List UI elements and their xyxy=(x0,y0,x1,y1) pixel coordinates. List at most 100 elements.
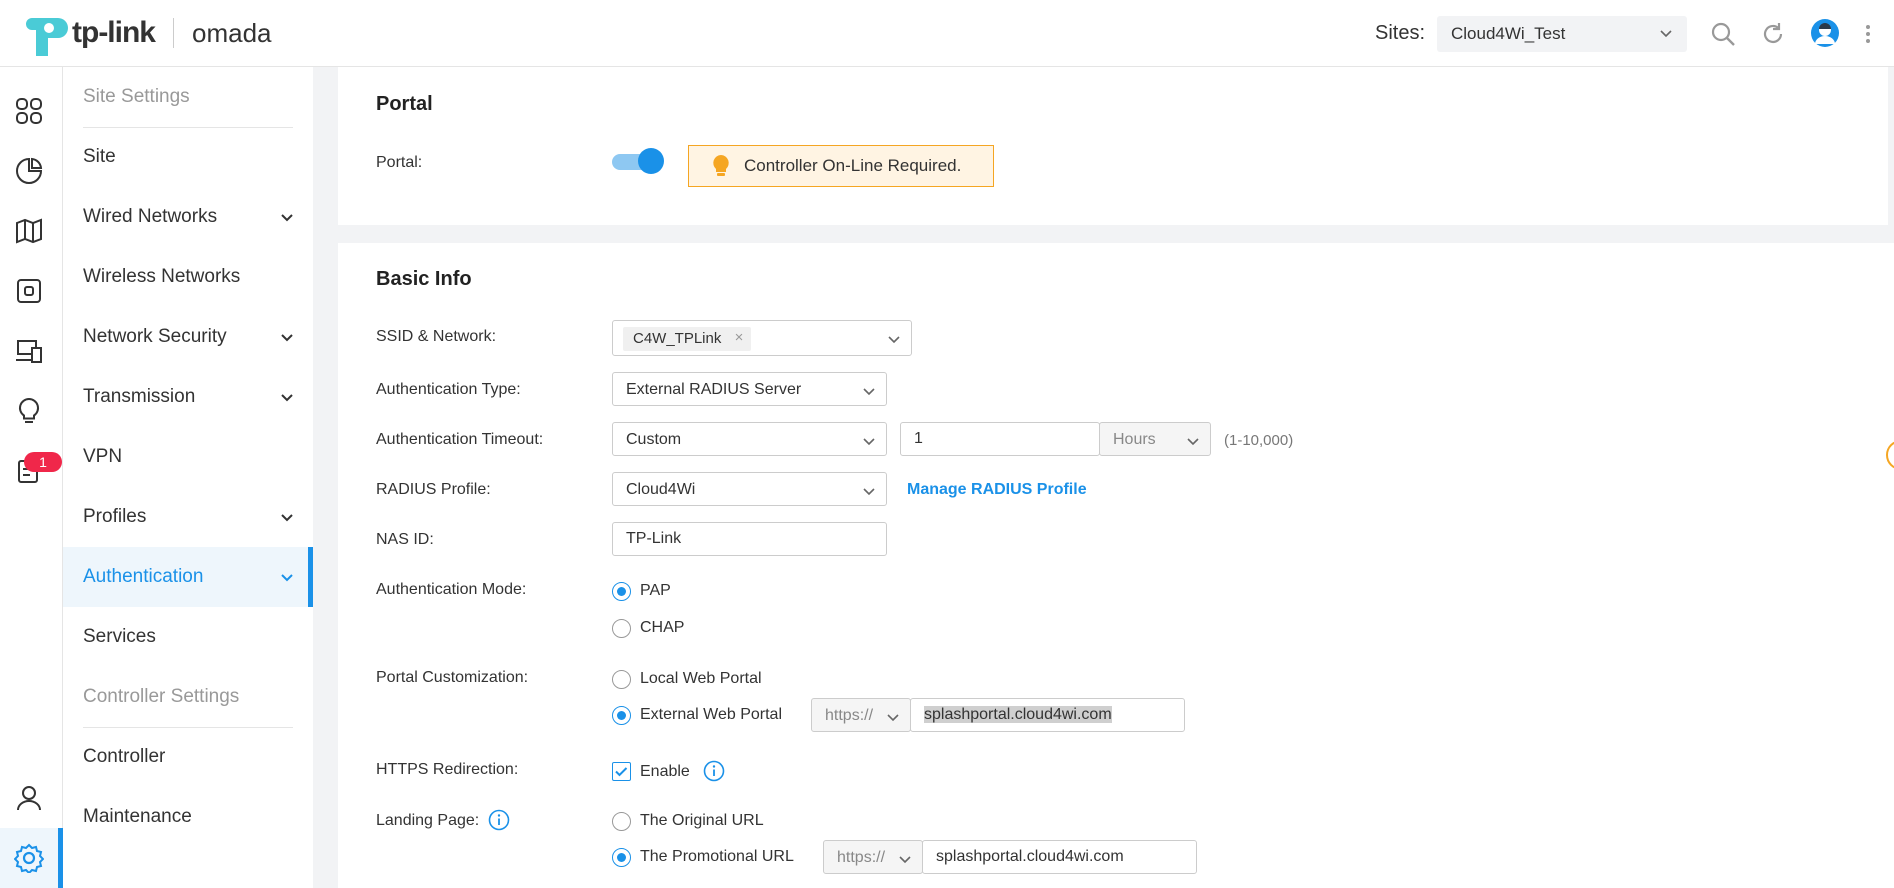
refresh-icon[interactable] xyxy=(1759,20,1787,48)
site-select-value: Cloud4Wi_Test xyxy=(1451,24,1566,43)
auth-mode-chap-label: CHAP xyxy=(640,619,685,636)
user-avatar-icon[interactable] xyxy=(1810,18,1840,48)
sidebar-item-wired-networks[interactable]: Wired Networks xyxy=(63,187,313,247)
sidebar-item-controller[interactable]: Controller xyxy=(63,727,313,787)
basic-info-title: Basic Info xyxy=(376,268,472,290)
external-portal-url-input[interactable]: splashportal.cloud4wi.com xyxy=(910,698,1185,732)
sidebar-item-services[interactable]: Services xyxy=(63,607,313,667)
promo-protocol-value: https:// xyxy=(837,849,886,866)
toggle-knob xyxy=(638,148,664,174)
external-protocol-select[interactable]: https:// xyxy=(811,698,911,732)
sidebar-item-label: VPN xyxy=(83,446,123,467)
auth-type-value: External RADIUS Server xyxy=(626,381,802,398)
chevron-down-icon xyxy=(281,334,293,342)
auth-type-select[interactable]: External RADIUS Server xyxy=(612,372,887,406)
sidebar-item-maintenance[interactable]: Maintenance xyxy=(63,787,313,847)
search-icon[interactable] xyxy=(1709,20,1737,48)
more-options-icon[interactable] xyxy=(1862,20,1874,48)
sidebar-item-transmission[interactable]: Transmission xyxy=(63,367,313,427)
portal-card-title: Portal xyxy=(376,93,433,115)
info-icon[interactable] xyxy=(488,809,510,831)
auth-type-label: Authentication Type: xyxy=(376,381,521,398)
chevron-down-icon xyxy=(899,856,911,864)
auth-timeout-label: Authentication Timeout: xyxy=(376,431,544,448)
chevron-down-icon xyxy=(281,514,293,522)
dashboard-icon[interactable] xyxy=(14,96,44,126)
ssid-network-select[interactable]: C4W_TPLink × xyxy=(612,320,912,356)
promotional-url-label: The Promotional URL xyxy=(640,848,794,865)
external-protocol-value: https:// xyxy=(825,707,874,724)
external-web-portal-radio[interactable] xyxy=(612,706,631,725)
remove-tag-icon[interactable]: × xyxy=(735,329,744,346)
https-redirection-enable-label: Enable xyxy=(640,763,690,780)
auth-timeout-input[interactable]: 1 xyxy=(900,422,1100,456)
sidebar-item-wireless-networks[interactable]: Wireless Networks xyxy=(63,247,313,307)
basic-info-card: Basic Info SSID & Network: C4W_TPLink × A… xyxy=(338,243,1894,888)
ssid-tag-label: C4W_TPLink xyxy=(633,330,722,347)
ssid-label: SSID & Network: xyxy=(376,328,497,345)
settings-gear-icon[interactable] xyxy=(14,843,44,873)
sidebar-item-label: Authentication xyxy=(83,566,204,587)
chevron-down-icon xyxy=(888,336,900,344)
landing-page-label: Landing Page: xyxy=(376,812,480,829)
sidebar-item-site[interactable]: Site xyxy=(63,127,313,187)
sidebar-item-network-security[interactable]: Network Security xyxy=(63,307,313,367)
ssid-tag[interactable]: C4W_TPLink × xyxy=(623,327,752,351)
sidebar-item-vpn[interactable]: VPN xyxy=(63,427,313,487)
https-redirection-checkbox[interactable] xyxy=(612,762,631,781)
promo-protocol-select[interactable]: https:// xyxy=(823,840,923,874)
auth-timeout-unit-select[interactable]: Hours xyxy=(1099,422,1211,456)
clients-icon[interactable] xyxy=(14,336,44,366)
https-redirection-label: HTTPS Redirection: xyxy=(376,761,519,778)
notice-text: Controller On-Line Required. xyxy=(744,156,962,175)
devices-icon[interactable] xyxy=(14,276,44,306)
site-select[interactable]: Cloud4Wi_Test xyxy=(1437,16,1687,52)
portal-toggle[interactable] xyxy=(612,148,664,174)
local-web-portal-radio[interactable] xyxy=(612,670,631,689)
auth-mode-pap-radio[interactable] xyxy=(612,582,631,601)
tp-link-logo[interactable]: tp-link omada xyxy=(18,8,272,58)
manage-radius-profile-link[interactable]: Manage RADIUS Profile xyxy=(907,481,1087,499)
alerts-badge: 1 xyxy=(24,452,62,472)
settings-sidebar: Site Settings Site Wired Networks Wirele… xyxy=(63,67,313,888)
original-url-radio[interactable] xyxy=(612,812,631,831)
sidebar-item-profiles[interactable]: Profiles xyxy=(63,487,313,547)
nas-id-input[interactable]: TP-Link xyxy=(612,522,887,556)
statistics-icon[interactable] xyxy=(14,156,44,186)
chevron-down-icon xyxy=(281,394,293,402)
chevron-down-icon xyxy=(1660,30,1672,38)
auth-timeout-mode-select[interactable]: Custom xyxy=(612,422,887,456)
logo-separator xyxy=(173,18,174,48)
sidebar-item-label: Site xyxy=(83,146,116,167)
account-icon[interactable] xyxy=(14,783,44,813)
lightbulb-icon xyxy=(713,155,729,176)
auth-timeout-unit-value: Hours xyxy=(1113,431,1156,448)
map-icon[interactable] xyxy=(14,216,44,246)
auth-mode-label: Authentication Mode: xyxy=(376,581,527,598)
insights-icon[interactable] xyxy=(14,396,44,426)
radius-profile-value: Cloud4Wi xyxy=(626,481,696,498)
chevron-down-icon xyxy=(863,438,875,446)
auth-mode-pap-label: PAP xyxy=(640,582,671,599)
promo-url-input[interactable]: splashportal.cloud4wi.com xyxy=(922,840,1197,874)
controller-online-notice: Controller On-Line Required. xyxy=(688,145,994,187)
sidebar-item-label: Profiles xyxy=(83,506,147,527)
auth-mode-chap-radio[interactable] xyxy=(612,619,631,638)
promotional-url-radio[interactable] xyxy=(612,848,631,867)
sidebar-item-label: Maintenance xyxy=(83,806,192,827)
sidebar-item-authentication[interactable]: Authentication xyxy=(63,547,313,607)
radius-profile-label: RADIUS Profile: xyxy=(376,481,491,498)
sites-label: Sites: xyxy=(1375,22,1426,44)
sidebar-item-label: Controller xyxy=(83,746,166,767)
chevron-down-icon xyxy=(863,388,875,396)
sidebar-section-controller-settings: Controller Settings xyxy=(83,686,240,707)
chevron-down-icon xyxy=(281,574,293,582)
sidebar-item-label: Transmission xyxy=(83,386,196,407)
product-name: omada xyxy=(192,17,272,48)
external-web-portal-label: External Web Portal xyxy=(640,706,782,723)
portal-label: Portal: xyxy=(376,154,423,171)
portal-card: Portal Portal: Controller On-Line Requir… xyxy=(338,67,1888,225)
brand-name: tp-link xyxy=(72,16,156,49)
radius-profile-select[interactable]: Cloud4Wi xyxy=(612,472,887,506)
info-icon[interactable] xyxy=(703,760,725,782)
